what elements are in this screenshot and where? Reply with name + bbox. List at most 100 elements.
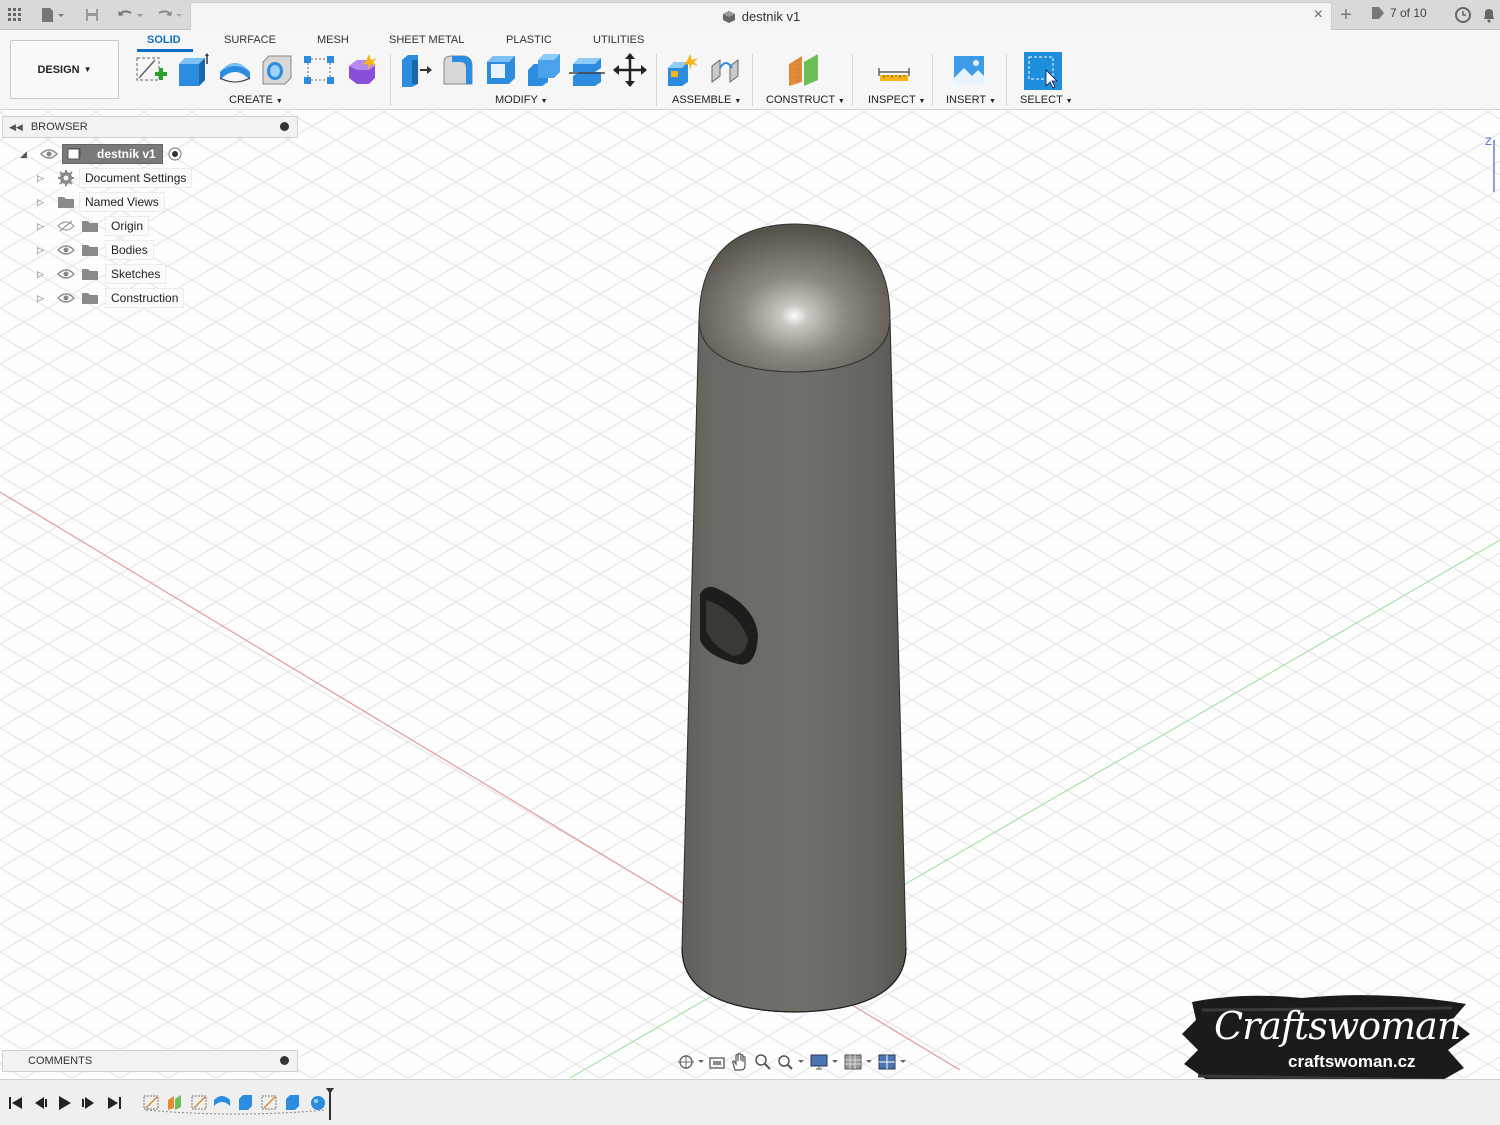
toolbar-divider — [752, 54, 753, 106]
expand-triangle-icon[interactable]: ▷ — [37, 221, 51, 232]
browser-item-named-views[interactable]: ▷ Named Views — [37, 192, 165, 212]
new-tab-icon[interactable]: + — [1336, 4, 1356, 26]
joint-icon[interactable] — [708, 52, 744, 88]
save-icon[interactable] — [83, 5, 101, 25]
pan-hand-icon[interactable] — [730, 1053, 750, 1071]
eye-icon[interactable] — [57, 292, 75, 304]
clock-icon[interactable] — [1454, 5, 1472, 25]
tab-surface[interactable]: SURFACE — [224, 34, 276, 46]
timeline-feature-extrude-icon[interactable] — [239, 1095, 252, 1110]
select-menu[interactable]: SELECT ▼ — [1020, 94, 1073, 106]
activate-radio-icon[interactable] — [167, 146, 183, 162]
insert-menu[interactable]: INSERT ▼ — [946, 94, 996, 106]
extrude-icon[interactable] — [175, 52, 211, 88]
modify-menu[interactable]: MODIFY ▼ — [495, 94, 548, 106]
shell-icon[interactable] — [483, 52, 519, 88]
viewport-canvas[interactable]: Z — [0, 111, 1500, 1078]
workspace-switcher[interactable]: DESIGN ▼ — [10, 40, 119, 99]
document-tab[interactable]: destnik v1 × — [190, 2, 1332, 30]
revolve-icon[interactable] — [217, 52, 253, 88]
3d-model-body[interactable] — [681, 223, 907, 1013]
collapse-panel-icon[interactable]: ◀◀ — [9, 122, 23, 133]
assemble-menu[interactable]: ASSEMBLE ▼ — [672, 94, 741, 106]
file-menu-icon[interactable] — [38, 5, 68, 25]
close-tab-icon[interactable]: × — [1314, 6, 1323, 24]
step-back-icon[interactable] — [35, 1097, 47, 1109]
zoom-icon[interactable] — [754, 1053, 772, 1071]
orbit-icon[interactable] — [676, 1054, 704, 1070]
look-at-icon[interactable] — [708, 1054, 726, 1070]
notifications-icon[interactable] — [1480, 5, 1498, 25]
timeline-marker[interactable] — [326, 1088, 334, 1120]
zoom-window-icon[interactable] — [776, 1053, 806, 1071]
display-settings-icon[interactable] — [810, 1053, 840, 1071]
timeline-feature-sketch-icon[interactable] — [143, 1095, 159, 1110]
split-body-icon[interactable] — [569, 52, 605, 88]
expand-triangle-icon[interactable]: ▷ — [37, 293, 51, 304]
browser-item-document-settings[interactable]: ▷ Document Settings — [37, 168, 193, 188]
fillet-icon[interactable] — [440, 52, 476, 88]
inspect-menu[interactable]: INSPECT ▼ — [868, 94, 925, 106]
press-pull-icon[interactable] — [398, 52, 434, 88]
timeline-feature-extrude-icon[interactable] — [286, 1095, 299, 1110]
job-status[interactable]: 7 of 10 — [1370, 6, 1427, 20]
app-grid-icon[interactable] — [6, 5, 24, 25]
offset-plane-icon[interactable] — [786, 52, 822, 88]
watermark-brand: Craftswoman — [1214, 1004, 1461, 1048]
tab-mesh[interactable]: MESH — [317, 34, 349, 46]
tab-utilities[interactable]: UTILITIES — [593, 34, 644, 46]
toolbar-divider — [852, 54, 853, 106]
insert-image-icon[interactable] — [952, 52, 988, 88]
expand-triangle-icon[interactable]: ▷ — [37, 197, 51, 208]
tab-sheet-metal[interactable]: SHEET METAL — [389, 34, 464, 46]
redo-icon[interactable] — [153, 5, 187, 25]
eye-hidden-icon[interactable] — [57, 220, 75, 232]
timeline-feature-sketch-icon[interactable] — [261, 1095, 277, 1110]
browser-item-sketches[interactable]: ▷ Sketches — [37, 264, 167, 284]
select-tool-icon[interactable] — [1024, 52, 1062, 90]
tab-solid[interactable]: SOLID — [147, 34, 181, 46]
browser-item-label: Bodies — [105, 240, 154, 260]
browser-item-bodies[interactable]: ▷ Bodies — [37, 240, 154, 260]
construct-menu[interactable]: CONSTRUCT ▼ — [766, 94, 845, 106]
eye-icon[interactable] — [57, 268, 75, 280]
create-sketch-icon[interactable] — [133, 52, 169, 88]
viewports-icon[interactable] — [878, 1053, 908, 1071]
expand-triangle-icon[interactable]: ▷ — [37, 173, 51, 184]
combine-icon[interactable] — [526, 52, 562, 88]
toolbar-divider — [390, 54, 391, 106]
measure-icon[interactable] — [876, 52, 912, 88]
timeline-feature-fillet-icon[interactable] — [311, 1096, 325, 1110]
expand-triangle-icon[interactable]: ▷ — [37, 245, 51, 256]
hole-icon[interactable] — [259, 52, 295, 88]
grid-settings-icon[interactable] — [844, 1053, 874, 1071]
expand-triangle-icon[interactable]: ◢ — [20, 149, 34, 160]
root-component-label[interactable]: destnik v1 — [62, 144, 163, 164]
new-component-icon[interactable] — [664, 52, 700, 88]
pattern-icon[interactable] — [301, 52, 337, 88]
browser-root-node[interactable]: ◢ destnik v1 — [20, 144, 183, 164]
play-icon[interactable] — [59, 1096, 71, 1110]
timeline-feature-sketch-icon[interactable] — [191, 1095, 207, 1110]
comments-panel-header[interactable]: COMMENTS — [2, 1050, 298, 1072]
tab-plastic[interactable]: PLASTIC — [506, 34, 552, 46]
pin-panel-icon[interactable] — [280, 1056, 289, 1065]
inspect-menu-label: INSPECT — [868, 94, 916, 106]
eye-icon[interactable] — [40, 148, 58, 160]
go-to-end-icon[interactable] — [108, 1097, 121, 1109]
browser-item-origin[interactable]: ▷ Origin — [37, 216, 150, 236]
undo-icon[interactable] — [114, 5, 148, 25]
timeline-feature-revolve-icon[interactable] — [214, 1096, 230, 1106]
step-forward-icon[interactable] — [82, 1097, 94, 1109]
move-icon[interactable] — [612, 52, 648, 88]
go-to-start-icon[interactable] — [9, 1097, 22, 1109]
create-menu[interactable]: CREATE ▼ — [229, 94, 283, 106]
3d-viewport[interactable]: Z — [0, 111, 1500, 1078]
create-form-icon[interactable] — [343, 52, 379, 88]
expand-triangle-icon[interactable]: ▷ — [37, 269, 51, 280]
pin-panel-icon[interactable] — [280, 122, 289, 131]
eye-icon[interactable] — [57, 244, 75, 256]
browser-item-construction[interactable]: ▷ Construction — [37, 288, 185, 308]
browser-panel-header[interactable]: ◀◀ BROWSER — [2, 116, 298, 138]
timeline-feature-plane-icon[interactable] — [168, 1095, 181, 1110]
